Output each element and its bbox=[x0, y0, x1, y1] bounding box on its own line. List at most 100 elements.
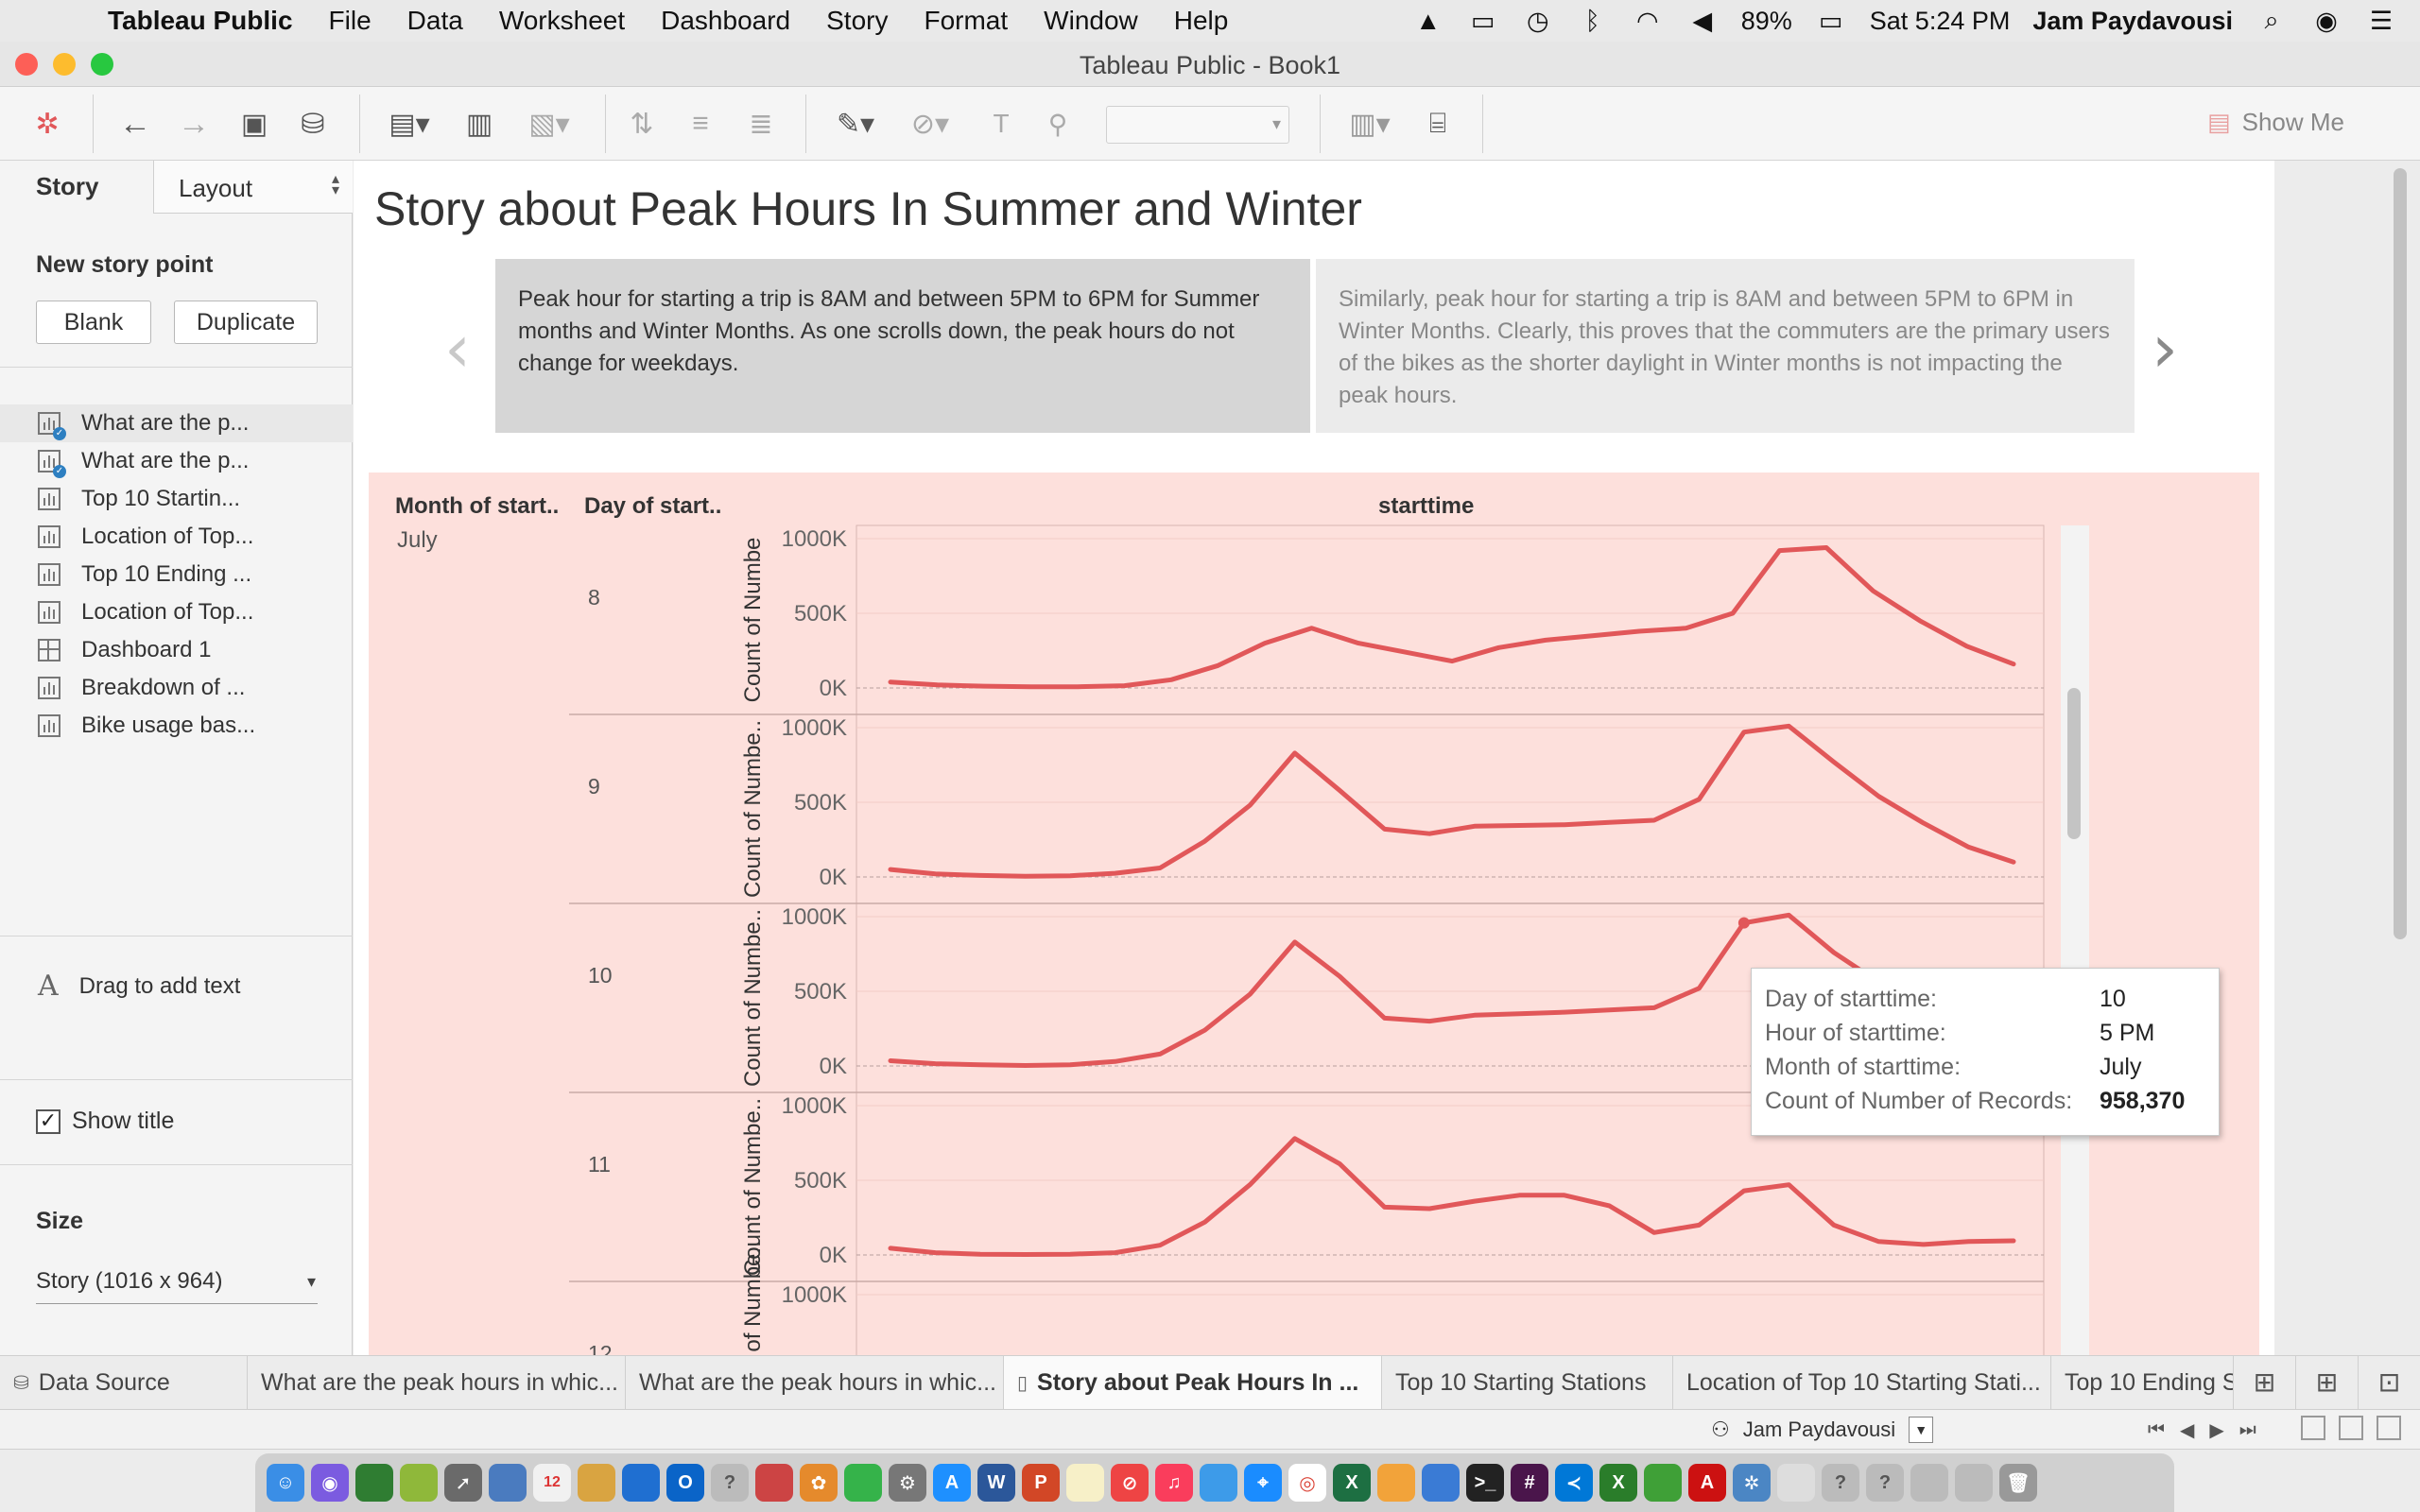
new-story-icon[interactable]: ⊡ bbox=[2358, 1356, 2420, 1409]
first-sheet-icon[interactable]: ⏮ bbox=[2148, 1419, 2165, 1441]
redo-icon[interactable]: → bbox=[170, 100, 217, 147]
books-icon[interactable] bbox=[1377, 1464, 1415, 1502]
terminal-icon[interactable]: >_ bbox=[1466, 1464, 1504, 1502]
wifi-icon[interactable]: ◠ bbox=[1632, 7, 1664, 35]
save-icon[interactable]: ▣ bbox=[233, 100, 276, 147]
menu-window[interactable]: Window bbox=[1026, 6, 1156, 36]
volume-icon[interactable]: ◀ bbox=[1686, 7, 1719, 35]
menu-format[interactable]: Format bbox=[906, 6, 1026, 36]
tab-sheet[interactable]: What are the peak hours in whic... bbox=[248, 1356, 626, 1409]
finder-icon[interactable]: ☺ bbox=[267, 1464, 304, 1502]
fix-axes-icon[interactable]: ⚲ bbox=[1036, 100, 1080, 147]
new-worksheet-icon[interactable]: ⊞ bbox=[2233, 1356, 2295, 1409]
group-members-icon[interactable]: ⊘▾ bbox=[902, 100, 959, 147]
menu-data[interactable]: Data bbox=[389, 6, 481, 36]
tab-sheet[interactable]: Location of Top 10 Starting Stati... bbox=[1673, 1356, 2051, 1409]
chrome-icon[interactable]: ◎ bbox=[1288, 1464, 1326, 1502]
tableau-logo-icon[interactable]: ✲ bbox=[28, 100, 66, 147]
app-icon[interactable] bbox=[355, 1464, 393, 1502]
slack-icon[interactable]: # bbox=[1511, 1464, 1548, 1502]
word-icon[interactable]: W bbox=[977, 1464, 1015, 1502]
messages-icon[interactable] bbox=[844, 1464, 882, 1502]
unknown-app-icon[interactable]: ? bbox=[1866, 1464, 1904, 1502]
previous-sheet-icon[interactable]: ◀ bbox=[2180, 1418, 2194, 1442]
duplicate-sheet-icon[interactable]: ▥ bbox=[458, 100, 501, 147]
tabs-view-icon[interactable] bbox=[2377, 1416, 2401, 1440]
menu-app-name[interactable]: Tableau Public bbox=[79, 6, 311, 36]
pane-scrollbar-thumb[interactable] bbox=[2067, 688, 2081, 839]
menubar-clock[interactable]: Sat 5:24 PM bbox=[1870, 7, 2011, 36]
bluetooth-icon[interactable]: ᛒ bbox=[1577, 7, 1609, 35]
clear-sheet-icon[interactable]: ▧▾ bbox=[516, 100, 582, 147]
app-icon[interactable] bbox=[1200, 1464, 1237, 1502]
drag-to-add-text[interactable]: A Drag to add text bbox=[38, 970, 240, 1003]
fit-dropdown[interactable]: ▾ bbox=[1106, 106, 1289, 144]
last-sheet-icon[interactable]: ⏭ bbox=[2239, 1419, 2256, 1441]
previous-story-point-arrow[interactable]: ‹ bbox=[444, 310, 471, 387]
menubar-user[interactable]: Jam Paydavousi bbox=[2032, 7, 2233, 36]
line-chart[interactable]: 0K 500K 1000K Count of Numbe 8 0K 500K 1000K Cou… bbox=[369, 472, 2070, 1355]
outlook-icon[interactable]: O bbox=[666, 1464, 704, 1502]
time-machine-icon[interactable]: ◷ bbox=[1522, 7, 1554, 35]
new-data-source-icon[interactable]: ⛁ bbox=[291, 100, 335, 147]
presentation-mode-icon[interactable]: ⌸ bbox=[1416, 100, 1460, 147]
photos-icon[interactable]: ✿ bbox=[800, 1464, 838, 1502]
show-mark-labels-icon[interactable]: T bbox=[979, 100, 1023, 147]
tab-layout[interactable]: Layout ▴ ▾ bbox=[153, 161, 353, 214]
powerpoint-icon[interactable]: P bbox=[1022, 1464, 1060, 1502]
menu-story[interactable]: Story bbox=[808, 6, 906, 36]
show-me-button[interactable]: ▤ Show Me bbox=[2207, 108, 2344, 137]
music-icon[interactable]: ♫ bbox=[1155, 1464, 1193, 1502]
unknown-app-icon[interactable]: ? bbox=[711, 1464, 749, 1502]
page-scrollbar-thumb[interactable] bbox=[2394, 168, 2407, 939]
app-icon[interactable] bbox=[489, 1464, 527, 1502]
battery-icon[interactable]: ▭ bbox=[1815, 7, 1847, 35]
grid-view-icon[interactable] bbox=[2301, 1416, 2325, 1440]
warning-icon[interactable]: ▲ bbox=[1412, 7, 1444, 35]
swap-rows-columns-icon[interactable]: ⇅ bbox=[620, 100, 664, 147]
menu-dashboard[interactable]: Dashboard bbox=[643, 6, 808, 36]
user-selector[interactable]: ⚇ Jam Paydavousi ▼ bbox=[1711, 1414, 1934, 1446]
excel-icon[interactable]: X bbox=[1333, 1464, 1371, 1502]
siri-icon[interactable]: ◉ bbox=[2310, 7, 2342, 35]
next-story-point-arrow[interactable]: › bbox=[2152, 310, 2178, 387]
trash-icon[interactable]: 🗑 bbox=[1999, 1464, 2037, 1502]
app-store-icon[interactable]: A bbox=[933, 1464, 971, 1502]
chevron-down-icon[interactable]: ▼ bbox=[1909, 1417, 1934, 1443]
spotlight-search-icon[interactable]: ⌕ bbox=[2256, 6, 2288, 35]
app-icon[interactable]: ⊘ bbox=[1111, 1464, 1149, 1502]
menu-file[interactable]: File bbox=[311, 6, 389, 36]
next-sheet-icon[interactable]: ▶ bbox=[2209, 1418, 2223, 1442]
tab-sheet[interactable]: Top 10 Starting Stations bbox=[1382, 1356, 1673, 1409]
show-cards-icon[interactable]: ▥▾ bbox=[1337, 100, 1403, 147]
notes-icon[interactable] bbox=[1066, 1464, 1104, 1502]
story-point-item[interactable]: ✓ What are the p... bbox=[0, 404, 353, 442]
sort-ascending-icon[interactable]: ≡ bbox=[679, 100, 722, 147]
story-point-caption-active[interactable]: Peak hour for starting a trip is 8AM and… bbox=[495, 259, 1310, 433]
app-icon[interactable] bbox=[578, 1464, 615, 1502]
battery-percent[interactable]: 89% bbox=[1741, 7, 1792, 36]
story-point-item[interactable]: Location of Top... bbox=[0, 518, 353, 556]
tab-data-source[interactable]: ⛁ Data Source bbox=[0, 1356, 248, 1409]
app-icon[interactable] bbox=[622, 1464, 660, 1502]
app-icon[interactable] bbox=[400, 1464, 438, 1502]
page-scrollbar[interactable] bbox=[2394, 163, 2407, 939]
app-icon[interactable]: X bbox=[1599, 1464, 1637, 1502]
show-title-checkbox[interactable]: ✓ Show title bbox=[36, 1108, 174, 1135]
story-size-select[interactable]: Story (1016 x 964) ▾ bbox=[36, 1263, 318, 1304]
mongodb-icon[interactable] bbox=[1644, 1464, 1682, 1502]
blank-story-point-button[interactable]: Blank bbox=[36, 301, 151, 344]
tab-story[interactable]: Story bbox=[0, 161, 153, 214]
story-point-item[interactable]: ✓ What are the p... bbox=[0, 442, 353, 480]
highlight-icon[interactable]: ✎▾ bbox=[822, 100, 889, 147]
calendar-icon[interactable]: 12 bbox=[533, 1464, 571, 1502]
app-icon[interactable] bbox=[1422, 1464, 1460, 1502]
downloads-icon[interactable] bbox=[1910, 1464, 1948, 1502]
vscode-icon[interactable]: ≺ bbox=[1555, 1464, 1593, 1502]
checkbox-checked[interactable]: ✓ bbox=[36, 1108, 60, 1134]
pane-scrollbar[interactable] bbox=[2061, 525, 2089, 1355]
story-point-item[interactable]: Top 10 Ending ... bbox=[0, 556, 353, 593]
undo-icon[interactable]: ← bbox=[112, 100, 159, 147]
menu-help[interactable]: Help bbox=[1156, 6, 1247, 36]
launchpad-icon[interactable]: ➚ bbox=[444, 1464, 482, 1502]
